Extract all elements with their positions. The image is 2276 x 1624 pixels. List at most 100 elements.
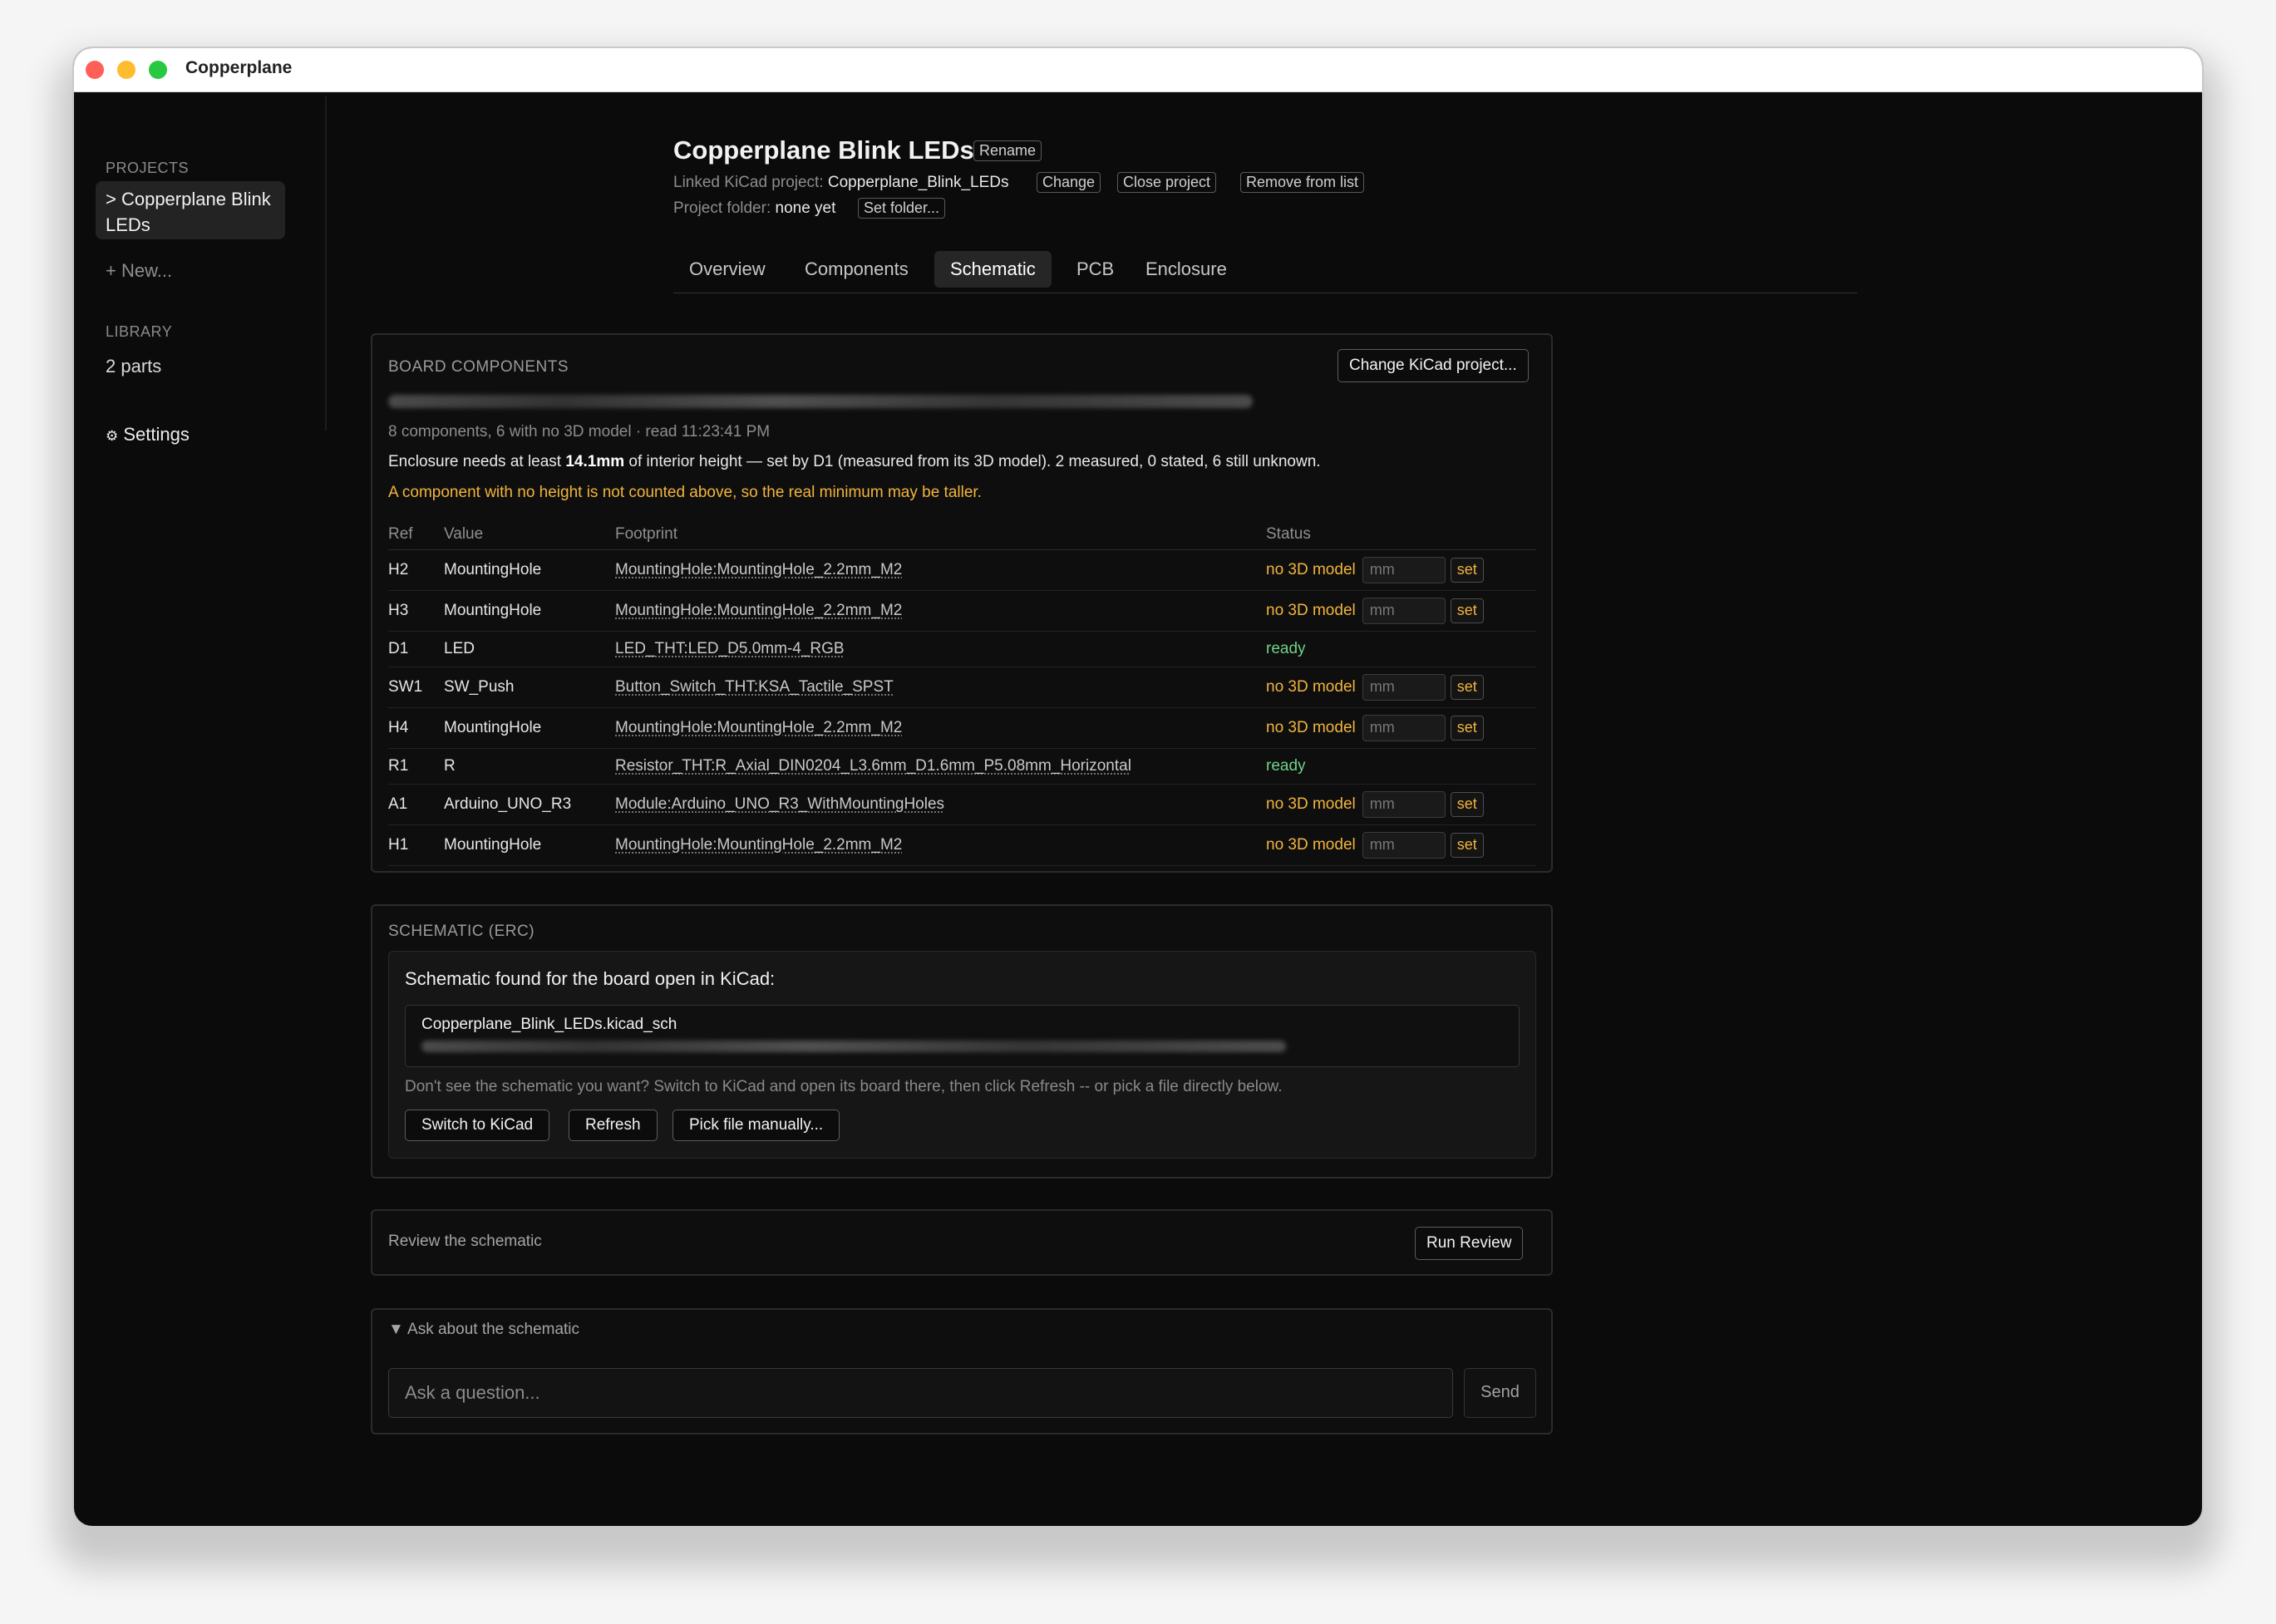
- footprint-link[interactable]: Button_Switch_THT:KSA_Tactile_SPST: [615, 678, 894, 696]
- height-mm-input[interactable]: mm: [1362, 832, 1446, 859]
- cell-footprint: MountingHole:MountingHole_2.2mm_M2: [615, 707, 1266, 749]
- linked-project-label: Linked KiCad project:: [673, 174, 824, 191]
- cell-value: MountingHole: [444, 824, 615, 866]
- set-height-button[interactable]: set: [1450, 716, 1484, 741]
- minimize-window-button[interactable]: [117, 61, 135, 79]
- cell-status: no 3D model mm set: [1266, 667, 1536, 708]
- tab-enclosure[interactable]: Enclosure: [1130, 251, 1243, 288]
- schematic-card: SCHEMATIC (ERC) Schematic found for the …: [371, 904, 1553, 1179]
- rename-button[interactable]: Rename: [973, 140, 1042, 161]
- ask-question-input[interactable]: Ask a question...: [388, 1368, 1453, 1418]
- refresh-button[interactable]: Refresh: [569, 1110, 658, 1141]
- project-folder-value: none yet: [775, 199, 836, 217]
- column-footprint: Footprint: [615, 519, 1266, 550]
- set-height-button[interactable]: set: [1450, 558, 1484, 583]
- set-height-button[interactable]: set: [1450, 598, 1484, 623]
- table-row: H4 MountingHole MountingHole:MountingHole_…: [388, 707, 1536, 749]
- cell-value: MountingHole: [444, 590, 615, 632]
- height-mm-input[interactable]: mm: [1362, 715, 1446, 741]
- page-title: Copperplane Blink LEDs: [673, 135, 974, 165]
- zoom-window-button[interactable]: [149, 61, 167, 79]
- schematic-file-name: Copperplane_Blink_LEDs.kicad_sch: [421, 1016, 677, 1033]
- ask-toggle[interactable]: ▼ Ask about the schematic: [388, 1321, 579, 1339]
- cell-footprint: Resistor_THT:R_Axial_DIN0204_L3.6mm_D1.6…: [615, 748, 1266, 785]
- height-mm-input[interactable]: mm: [1362, 598, 1446, 624]
- cell-ref: R1: [388, 748, 444, 785]
- send-button[interactable]: Send: [1464, 1368, 1536, 1418]
- tab-components[interactable]: Components: [789, 251, 924, 288]
- footprint-link[interactable]: MountingHole:MountingHole_2.2mm_M2: [615, 719, 902, 736]
- footprint-link[interactable]: MountingHole:MountingHole_2.2mm_M2: [615, 602, 902, 619]
- set-folder-button[interactable]: Set folder...: [858, 198, 946, 219]
- enclosure-suffix: of interior height — set by D1 (measured…: [624, 453, 1321, 470]
- schematic-found-text: Schematic found for the board open in Ki…: [405, 968, 776, 989]
- pick-file-button[interactable]: Pick file manually...: [672, 1110, 840, 1141]
- schematic-hint: Don't see the schematic you want? Switch…: [405, 1078, 1283, 1095]
- table-row: H1 MountingHole MountingHole:MountingHole_…: [388, 824, 1536, 866]
- footprint-link[interactable]: LED_THT:LED_D5.0mm-4_RGB: [615, 640, 845, 657]
- set-height-button[interactable]: set: [1450, 675, 1484, 700]
- remove-from-list-button[interactable]: Remove from list: [1240, 172, 1365, 193]
- components-table: Ref Value Footprint Status H2 MountingHol…: [388, 519, 1536, 866]
- cell-footprint: MountingHole:MountingHole_2.2mm_M2: [615, 590, 1266, 632]
- height-mm-input[interactable]: mm: [1362, 674, 1446, 701]
- status-badge: no 3D model: [1266, 795, 1356, 814]
- cell-value: Arduino_UNO_R3: [444, 784, 615, 825]
- cell-footprint: LED_THT:LED_D5.0mm-4_RGB: [615, 631, 1266, 667]
- sidebar: PROJECTS > Copperplane Blink LEDs + New.…: [74, 91, 327, 1526]
- height-mm-input[interactable]: mm: [1362, 557, 1446, 583]
- tab-schematic[interactable]: Schematic: [934, 251, 1052, 288]
- enclosure-requirement: Enclosure needs at least 14.1mm of inter…: [388, 453, 1321, 471]
- change-project-button[interactable]: Change: [1037, 172, 1101, 193]
- cell-status: no 3D model mm set: [1266, 784, 1536, 825]
- cell-footprint: MountingHole:MountingHole_2.2mm_M2: [615, 549, 1266, 591]
- change-kicad-project-button[interactable]: Change KiCad project...: [1338, 349, 1529, 382]
- footprint-link[interactable]: MountingHole:MountingHole_2.2mm_M2: [615, 836, 902, 854]
- cell-status: ready: [1266, 748, 1536, 785]
- footprint-link[interactable]: MountingHole:MountingHole_2.2mm_M2: [615, 561, 902, 578]
- board-components-heading: BOARD COMPONENTS: [388, 358, 569, 376]
- projects-heading: PROJECTS: [106, 160, 190, 176]
- set-height-button[interactable]: set: [1450, 792, 1484, 817]
- cell-ref: D1: [388, 631, 444, 667]
- enclosure-height-value: 14.1mm: [565, 453, 625, 470]
- app-window: Copperplane PROJECTS > Copperplane Blink…: [74, 48, 2202, 1526]
- cell-ref: H2: [388, 549, 444, 591]
- height-warning: A component with no height is not counte…: [388, 484, 982, 501]
- linked-project-value: Copperplane_Blink_LEDs: [827, 174, 1009, 191]
- status-badge: no 3D model: [1266, 602, 1356, 620]
- sidebar-item-active-project[interactable]: > Copperplane Blink LEDs: [96, 181, 285, 239]
- cell-footprint: Button_Switch_THT:KSA_Tactile_SPST: [615, 667, 1266, 708]
- settings-link[interactable]: ⚙ Settings: [106, 424, 190, 445]
- new-project-link[interactable]: + New...: [106, 260, 172, 282]
- tab-overview[interactable]: Overview: [673, 251, 781, 288]
- tab-pcb[interactable]: PCB: [1061, 251, 1130, 288]
- column-ref: Ref: [388, 519, 444, 550]
- status-badge: no 3D model: [1266, 561, 1356, 579]
- review-label: Review the schematic: [388, 1233, 542, 1250]
- review-card: Review the schematic Run Review: [371, 1209, 1553, 1276]
- run-review-button[interactable]: Run Review: [1415, 1227, 1524, 1260]
- close-project-button[interactable]: Close project: [1117, 172, 1217, 193]
- gear-icon: ⚙: [106, 428, 119, 444]
- status-badge: no 3D model: [1266, 836, 1356, 854]
- table-row: R1 R Resistor_THT:R_Axial_DIN0204_L3.6mm_D…: [388, 748, 1536, 785]
- linked-project-line: Linked KiCad project: Copperplane_Blink_…: [673, 174, 1008, 192]
- schematic-file-box[interactable]: Copperplane_Blink_LEDs.kicad_sch: [405, 1005, 1520, 1067]
- cell-value: LED: [444, 631, 615, 667]
- height-mm-input[interactable]: mm: [1362, 791, 1446, 818]
- close-window-button[interactable]: [86, 61, 104, 79]
- table-header-row: Ref Value Footprint Status: [388, 519, 1536, 550]
- ask-card: ▼ Ask about the schematic Ask a question…: [371, 1308, 1553, 1435]
- project-path-redacted: [388, 395, 1253, 408]
- cell-ref: SW1: [388, 667, 444, 708]
- footprint-link[interactable]: Resistor_THT:R_Axial_DIN0204_L3.6mm_D1.6…: [615, 757, 1131, 775]
- cell-status: no 3D model mm set: [1266, 549, 1536, 591]
- library-parts-link[interactable]: 2 parts: [106, 356, 161, 377]
- cell-status: no 3D model mm set: [1266, 824, 1536, 866]
- table-row: H2 MountingHole MountingHole:MountingHole_…: [388, 549, 1536, 591]
- cell-ref: A1: [388, 784, 444, 825]
- footprint-link[interactable]: Module:Arduino_UNO_R3_WithMountingHoles: [615, 795, 944, 813]
- set-height-button[interactable]: set: [1450, 833, 1484, 858]
- switch-to-kicad-button[interactable]: Switch to KiCad: [405, 1110, 550, 1141]
